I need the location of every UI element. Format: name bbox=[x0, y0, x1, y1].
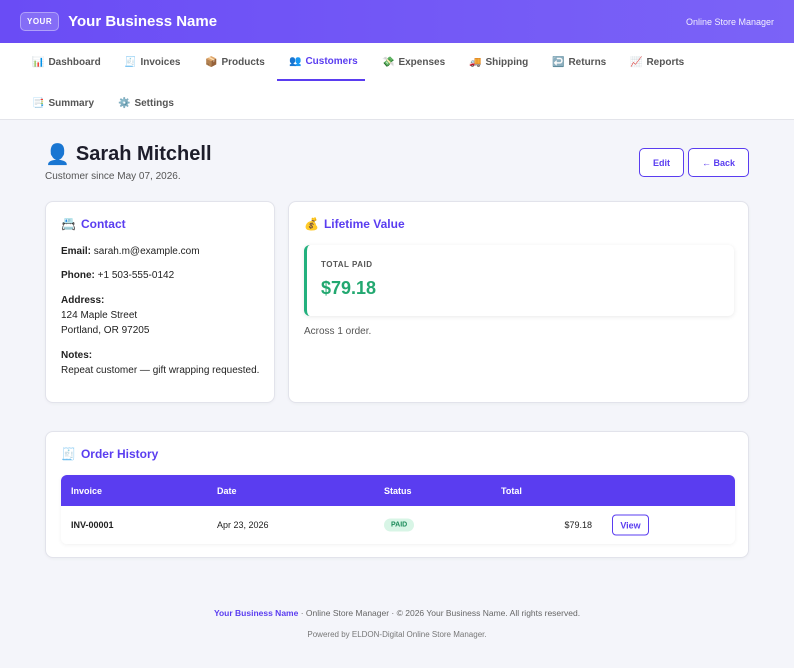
nav-label: Reports bbox=[646, 56, 685, 68]
card-index-icon: 📇 bbox=[61, 217, 76, 231]
customer-name: Sarah Mitchell bbox=[75, 143, 212, 165]
customer-since: Customer since May 07, 2026. bbox=[45, 171, 181, 182]
email-field: Email: sarah.m@example.com bbox=[61, 244, 200, 259]
page-title: 👤 Sarah Mitchell bbox=[45, 142, 212, 167]
phone-field: Phone: +1 503-555-0142 bbox=[61, 268, 174, 283]
logo-badge: YOUR bbox=[20, 12, 60, 31]
nav-label: Products bbox=[221, 56, 265, 68]
nav-label: Summary bbox=[48, 97, 95, 109]
nav-item-customers[interactable]: 👥 Customers bbox=[277, 43, 365, 81]
table-row: INV-00001 Apr 23, 2026 PAID $79.18 View bbox=[61, 506, 735, 544]
phone-label: Phone: bbox=[61, 270, 95, 281]
invoice-number: INV-00001 bbox=[71, 520, 114, 530]
notes-value: Repeat customer — gift wrapping requeste… bbox=[61, 365, 260, 376]
nav-item-returns[interactable]: ↩️ Returns bbox=[552, 43, 606, 81]
gear-icon: ⚙️ bbox=[118, 97, 131, 109]
nav-label: Customers bbox=[305, 55, 358, 67]
column-header-status: Status bbox=[384, 485, 412, 496]
view-order-button[interactable]: View bbox=[612, 514, 649, 536]
nav-item-shipping[interactable]: 🚚 Shipping bbox=[469, 43, 528, 81]
nav-item-settings[interactable]: ⚙️ Settings bbox=[118, 84, 174, 122]
address-line2: Portland, OR 97205 bbox=[61, 325, 150, 336]
notes-field: Notes: Repeat customer — gift wrapping r… bbox=[61, 348, 259, 378]
receipt-icon: 🧾 bbox=[124, 56, 137, 68]
brand-name[interactable]: Your Business Name bbox=[68, 13, 217, 30]
nav-label: Dashboard bbox=[48, 56, 101, 68]
money-bag-icon: 💰 bbox=[304, 217, 319, 231]
order-table: Invoice Date Status Total INV-00001 Apr … bbox=[61, 475, 735, 544]
address-field: Address: 124 Maple Street Portland, OR 9… bbox=[61, 293, 149, 338]
contact-title-label: Contact bbox=[80, 217, 126, 231]
back-button[interactable]: ← Back bbox=[688, 148, 749, 177]
lifetime-card-title: 💰 Lifetime Value bbox=[304, 217, 405, 231]
order-history-card: 🧾 Order History Invoice Date Status Tota… bbox=[45, 431, 749, 558]
footer-brand-link[interactable]: Your Business Name bbox=[214, 608, 298, 618]
money-wings-icon: 💸 bbox=[382, 56, 395, 68]
package-icon: 📦 bbox=[205, 56, 218, 68]
receipt-icon: 🧾 bbox=[61, 447, 76, 461]
lifetime-title-label: Lifetime Value bbox=[323, 217, 405, 231]
nav-label: Expenses bbox=[398, 56, 446, 68]
status-badge: PAID bbox=[384, 518, 415, 532]
email-value: sarah.m@example.com bbox=[93, 246, 200, 257]
contact-card: 📇 Contact Email: sarah.m@example.com Pho… bbox=[45, 201, 275, 403]
nav-item-products[interactable]: 📦 Products bbox=[205, 43, 265, 81]
total-paid-value: $79.18 bbox=[321, 278, 377, 298]
nav-item-dashboard[interactable]: 📊 Dashboard bbox=[32, 43, 101, 81]
lifetime-value-card: 💰 Lifetime Value TOTAL PAID $79.18 Acros… bbox=[288, 201, 749, 403]
truck-icon: 🚚 bbox=[469, 56, 482, 68]
contact-card-title: 📇 Contact bbox=[61, 217, 126, 231]
nav-label: Invoices bbox=[140, 56, 181, 68]
footer-text: · Online Store Manager · © 2026 Your Bus… bbox=[298, 608, 581, 618]
person-icon: 👤 bbox=[45, 144, 70, 166]
notes-label: Notes: bbox=[61, 350, 93, 361]
nav-item-expenses[interactable]: 💸 Expenses bbox=[382, 43, 445, 81]
bar-chart-icon: 📊 bbox=[32, 56, 45, 68]
column-header-date: Date bbox=[217, 485, 237, 496]
address-line1: 124 Maple Street bbox=[61, 310, 138, 321]
column-header-total: Total bbox=[501, 485, 522, 496]
nav-item-reports[interactable]: 📈 Reports bbox=[630, 43, 684, 81]
main-nav: 📊 Dashboard 🧾 Invoices 📦 Products 👥 Cust… bbox=[0, 43, 794, 120]
nav-label: Returns bbox=[568, 56, 607, 68]
footer-copyright: Your Business Name · Online Store Manage… bbox=[0, 608, 794, 618]
phone-value: +1 503-555-0142 bbox=[97, 270, 175, 281]
total-paid-stat: TOTAL PAID $79.18 bbox=[304, 245, 734, 316]
order-history-title: 🧾 Order History bbox=[61, 447, 158, 461]
order-count-note: Across 1 order. bbox=[304, 326, 372, 337]
nav-item-invoices[interactable]: 🧾 Invoices bbox=[124, 43, 180, 81]
footer-powered-by: Powered by ELDON-Digital Online Store Ma… bbox=[307, 630, 487, 639]
nav-label: Shipping bbox=[485, 56, 529, 68]
address-label: Address: bbox=[61, 295, 105, 306]
return-arrow-icon: ↩️ bbox=[552, 56, 565, 68]
order-date: Apr 23, 2026 bbox=[217, 520, 269, 530]
total-paid-label: TOTAL PAID bbox=[321, 260, 373, 269]
trend-chart-icon: 📈 bbox=[630, 56, 643, 68]
nav-item-summary[interactable]: 📑 Summary bbox=[32, 84, 94, 122]
document-icon: 📑 bbox=[32, 97, 45, 109]
table-header: Invoice Date Status Total bbox=[61, 475, 735, 506]
top-bar: YOUR Your Business Name Online Store Man… bbox=[0, 0, 794, 43]
order-total: $79.18 bbox=[564, 520, 592, 530]
column-header-invoice: Invoice bbox=[71, 485, 103, 496]
order-history-label: Order History bbox=[80, 447, 159, 461]
email-label: Email: bbox=[61, 246, 92, 257]
edit-button[interactable]: Edit bbox=[639, 148, 684, 177]
app-subtitle: Online Store Manager bbox=[685, 16, 774, 27]
people-icon: 👥 bbox=[289, 55, 302, 67]
nav-label: Settings bbox=[134, 97, 174, 109]
